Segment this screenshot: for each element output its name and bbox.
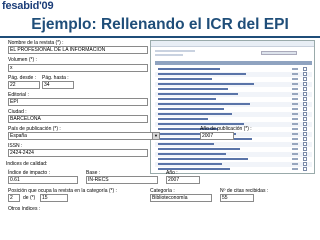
editorial-field[interactable]: EPI — [8, 98, 148, 106]
inset-row-count — [292, 118, 298, 120]
inset-row-checkbox — [303, 92, 307, 96]
inset-row-text — [158, 158, 248, 160]
indices-section-label: Indices de calidad: — [6, 161, 48, 167]
inset-row-checkbox — [303, 117, 307, 121]
inset-text-line — [155, 54, 183, 56]
inset-row-count — [292, 153, 298, 155]
inset-row-text — [158, 73, 246, 75]
inset-row-count — [292, 133, 298, 135]
inset-row-count — [292, 83, 298, 85]
inset-row-count — [292, 88, 298, 90]
inset-row-count — [292, 123, 298, 125]
inset-row-text — [158, 78, 212, 80]
inset-row-checkbox — [303, 87, 307, 91]
inset-row-text — [158, 113, 232, 115]
anio-pub-field[interactable]: 2007 — [200, 132, 234, 140]
issn-field[interactable]: 2424-2424 — [8, 149, 148, 157]
categoria-field[interactable]: Biblioteconomía — [150, 194, 212, 202]
inset-row-checkbox — [303, 147, 307, 151]
inset-row-text — [158, 143, 214, 145]
chevron-down-icon[interactable]: ▼ — [152, 133, 159, 139]
inset-row-checkbox — [303, 82, 307, 86]
inset-row-count — [292, 93, 298, 95]
inset-row-count — [292, 98, 298, 100]
inset-row-checkbox — [303, 162, 307, 166]
inset-row-count — [292, 103, 298, 105]
inset-row-count — [292, 128, 298, 130]
nombre-field[interactable]: EL PROFESIONAL DE LA INFORMACION — [8, 46, 148, 54]
inset-row-text — [158, 88, 228, 90]
volumen-label: Volumen (*) : — [8, 57, 37, 63]
citas-field[interactable]: 55 — [220, 194, 254, 202]
inset-row-text — [158, 153, 226, 155]
inset-row-checkbox — [303, 112, 307, 116]
inset-row-checkbox — [303, 77, 307, 81]
inset-row-count — [292, 148, 298, 150]
inset-row-checkbox — [303, 122, 307, 126]
inset-row-text — [158, 93, 238, 95]
inset-row-text — [158, 103, 250, 105]
inset-row-checkbox — [303, 72, 307, 76]
inset-text-line — [155, 50, 195, 52]
inset-row-text — [158, 83, 254, 85]
inset-row-text — [158, 163, 222, 165]
inset-row-checkbox — [303, 157, 307, 161]
inset-row-text — [158, 118, 208, 120]
inset-row-count — [292, 73, 298, 75]
inset-row-checkbox — [303, 102, 307, 106]
pais-select[interactable]: España ▼ — [8, 132, 160, 140]
inset-row-text — [158, 123, 244, 125]
inset-row — [155, 167, 312, 172]
inset-row-checkbox — [303, 67, 307, 71]
volumen-field[interactable]: x — [8, 64, 148, 72]
inset-table-header — [155, 61, 312, 65]
inset-row-count — [292, 143, 298, 145]
title-divider — [0, 36, 320, 38]
inset-select — [261, 51, 297, 55]
posicion-field[interactable]: 2 — [8, 194, 20, 202]
inset-row-checkbox — [303, 142, 307, 146]
inset-row-checkbox — [303, 127, 307, 131]
inset-row-text — [158, 108, 224, 110]
inset-row-count — [292, 108, 298, 110]
inset-row-count — [292, 78, 298, 80]
inset-row-count — [292, 138, 298, 140]
de-label: de (*) — [23, 195, 36, 201]
inset-row-text — [158, 68, 220, 70]
base-field[interactable]: IN-RECS — [86, 176, 158, 184]
inset-row-count — [292, 163, 298, 165]
anio-field[interactable]: 2007 — [166, 176, 200, 184]
pag-hasta-field[interactable]: 34 — [42, 81, 74, 89]
inset-row-checkbox — [303, 107, 307, 111]
inset-row-count — [292, 158, 298, 160]
de-field[interactable]: 15 — [40, 194, 68, 202]
pag-desde-field[interactable]: 22 — [8, 81, 40, 89]
ciudad-field[interactable]: BARCELONA — [8, 115, 148, 123]
results-screenshot-inset — [150, 40, 315, 174]
inset-row-checkbox — [303, 152, 307, 156]
slide-title: Ejemplo: Rellenando el ICR del EPI — [31, 16, 289, 33]
inset-row-count — [292, 68, 298, 70]
otros-label: Otros índices : — [8, 206, 41, 212]
inset-row-checkbox — [303, 97, 307, 101]
inset-row-checkbox — [303, 167, 307, 171]
inset-row-text — [158, 148, 240, 150]
inset-row-count — [292, 113, 298, 115]
inset-row-checkbox — [303, 132, 307, 136]
inset-row-checkbox — [303, 137, 307, 141]
inset-row-text — [158, 98, 216, 100]
pais-select-value: España — [10, 133, 27, 139]
inset-row-count — [292, 168, 298, 170]
fesabid-logo: fesabid'09 — [2, 0, 54, 12]
inset-header — [151, 41, 314, 47]
impacto-field[interactable]: 0.61 — [8, 176, 78, 184]
